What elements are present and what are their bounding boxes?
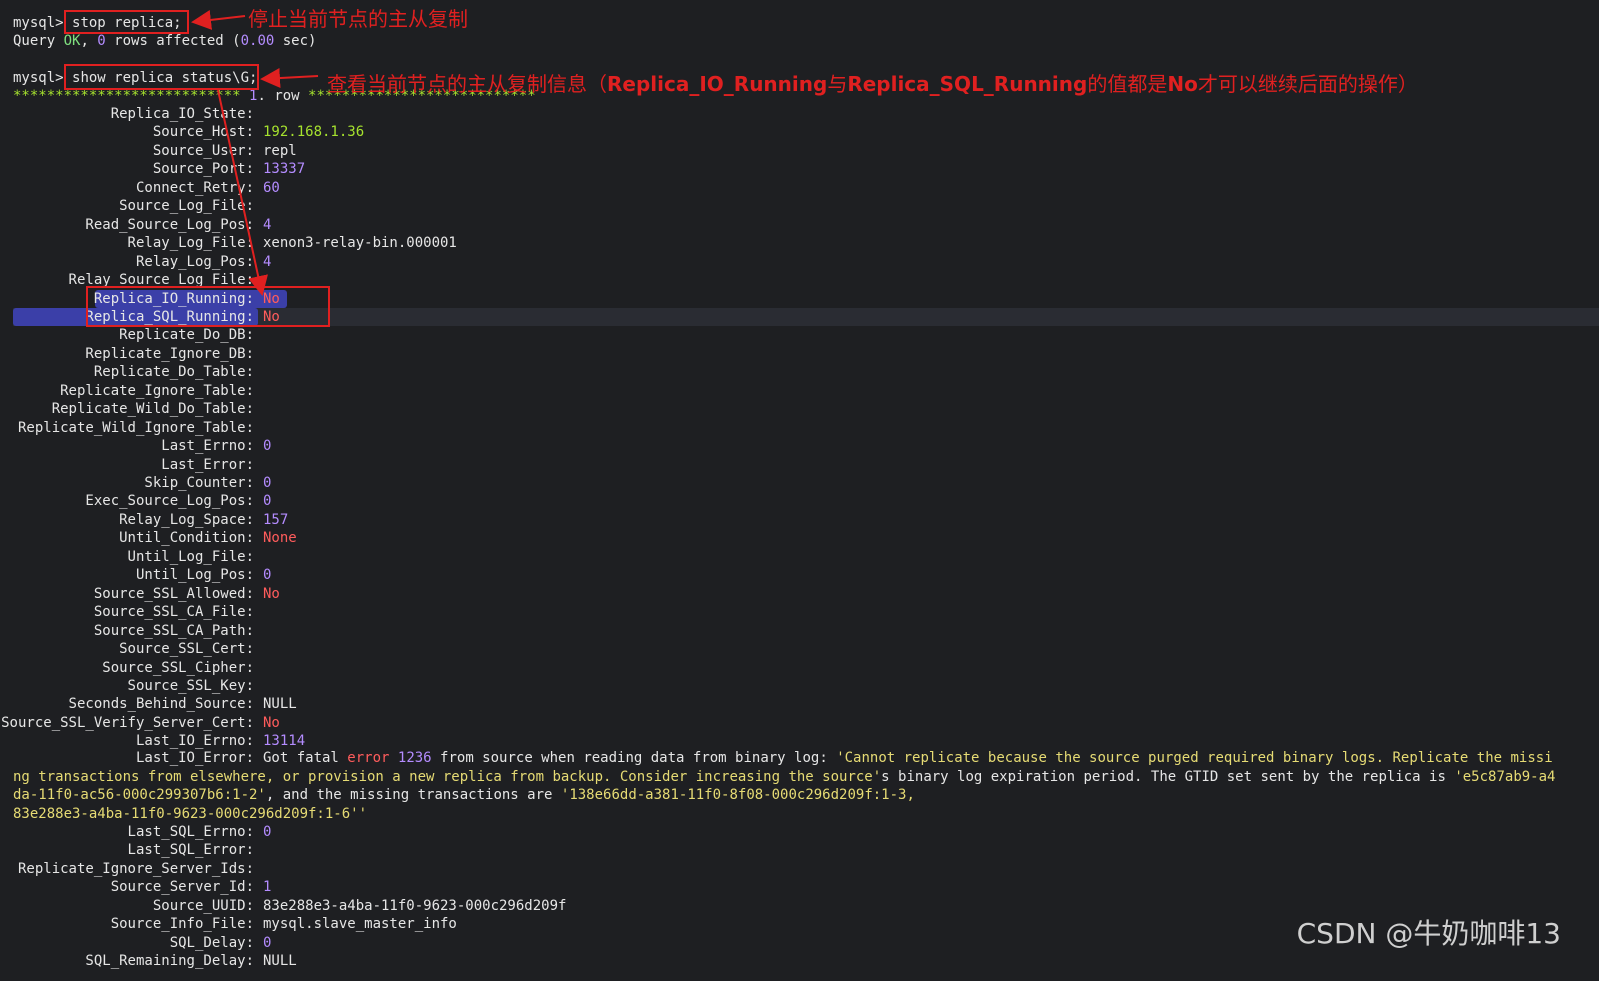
- field-value: mysql.slave_master_info: [263, 916, 457, 933]
- field-key: Until_Log_Pos:: [135, 567, 254, 584]
- field-value: None: [263, 530, 297, 547]
- field-key: Last_IO_Errno:: [135, 733, 254, 750]
- field-key: Last_Error:: [161, 456, 254, 473]
- field-key: Source_Host:: [152, 124, 254, 141]
- field-value: 0: [263, 493, 272, 510]
- field-value: 13114: [263, 733, 306, 750]
- highlight-box-show: [64, 64, 259, 90]
- field-key: Seconds_Behind_Source:: [68, 696, 254, 713]
- field-key: Last_Errno:: [161, 438, 254, 455]
- field-key: Source_UUID:: [152, 897, 254, 914]
- field-value: 83e288e3-a4ba-11f0-9623-000c296d209f: [263, 897, 567, 914]
- field-key: Skip_Counter:: [144, 475, 254, 491]
- field-value: NULL: [263, 696, 297, 713]
- annotation-stop: 停止当前节点的主从复制: [248, 7, 468, 31]
- field-value: xenon3-relay-bin.000001: [263, 235, 457, 252]
- field-key: Exec_Source_Log_Pos:: [85, 493, 254, 510]
- field-key: Source_SSL_Cipher:: [102, 659, 254, 676]
- prompt: mysql>: [13, 70, 64, 86]
- field-key: Relay_Log_File:: [127, 235, 254, 252]
- field-value: 0: [263, 934, 272, 951]
- arrow-show: [260, 68, 319, 89]
- field-key: SQL_Delay:: [169, 934, 254, 951]
- field-key: Connect_Retry:: [135, 179, 254, 196]
- field-value: 4: [263, 216, 272, 233]
- field-value: 13337: [263, 161, 306, 178]
- field-key: Replicate_Ignore_Table:: [60, 382, 254, 399]
- field-value: 1: [263, 879, 272, 896]
- field-value: 0: [263, 475, 272, 491]
- field-key: Source_User:: [152, 142, 254, 159]
- field-key: Source_Port:: [152, 161, 254, 178]
- field-key: Replicate_Do_DB:: [119, 327, 254, 344]
- field-value: 157: [263, 511, 289, 528]
- field-key: Source_SSL_CA_Path:: [93, 622, 254, 639]
- field-key: Relay_Log_Space:: [119, 511, 254, 528]
- last-io-error-value: Got fatal error 1236 from source when re…: [13, 750, 1556, 822]
- field-key: Replicate_Ignore_DB:: [85, 345, 254, 362]
- field-key: Read_Source_Log_Pos:: [85, 216, 254, 233]
- field-value: 4: [263, 253, 272, 270]
- query-ok-line: Query OK, 0 rows affected (0.00 sec): [13, 33, 317, 49]
- field-key: Until_Condition:: [119, 530, 254, 547]
- field-key: Replicate_Ignore_Server_Ids:: [17, 860, 254, 877]
- field-key: Replicate_Wild_Do_Table:: [51, 401, 254, 418]
- field-key: Replicate_Do_Table:: [93, 364, 254, 381]
- watermark: CSDN @牛奶咖啡13: [1296, 917, 1561, 950]
- field-value: repl: [263, 142, 297, 159]
- field-value: 60: [263, 179, 280, 196]
- field-key: Until_Log_File:: [127, 548, 254, 565]
- field-key: Last_SQL_Error:: [127, 842, 254, 859]
- field-key: Source_Server_Id:: [110, 879, 254, 896]
- field-key: SQL_Remaining_Delay:: [85, 953, 254, 970]
- field-value: 0: [263, 567, 272, 584]
- field-key: Source_SSL_Cert:: [119, 641, 254, 658]
- highlight-box-stop: [64, 10, 189, 34]
- field-key: Source_SSL_Allowed:: [93, 585, 254, 602]
- highlight-box-running: [86, 286, 330, 327]
- field-value: 0: [263, 824, 272, 840]
- field-key: Source_Info_File:: [110, 916, 254, 933]
- field-key: Source_Log_File:: [119, 198, 254, 215]
- field-key: Replica_IO_State:: [110, 106, 254, 122]
- field-key: Source_SSL_Key:: [127, 677, 254, 694]
- field-value: 192.168.1.36: [263, 124, 365, 141]
- field-value: No: [263, 714, 280, 731]
- annotation-show: 查看当前节点的主从复制信息（Replica_IO_Running与Replica…: [327, 72, 1418, 96]
- field-value: No: [263, 585, 280, 602]
- field-key: Source_SSL_Verify_Server_Cert:: [1, 714, 254, 731]
- field-value: 0: [263, 438, 272, 455]
- field-key: Source_SSL_CA_File:: [93, 604, 254, 621]
- field-value: NULL: [263, 953, 297, 970]
- field-key: Last_SQL_Errno:: [127, 824, 254, 840]
- field-key: Relay_Log_Pos:: [135, 253, 254, 270]
- arrow-stop: [191, 10, 246, 30]
- prompt: mysql>: [13, 15, 64, 31]
- field-key: Replicate_Wild_Ignore_Table:: [17, 419, 254, 436]
